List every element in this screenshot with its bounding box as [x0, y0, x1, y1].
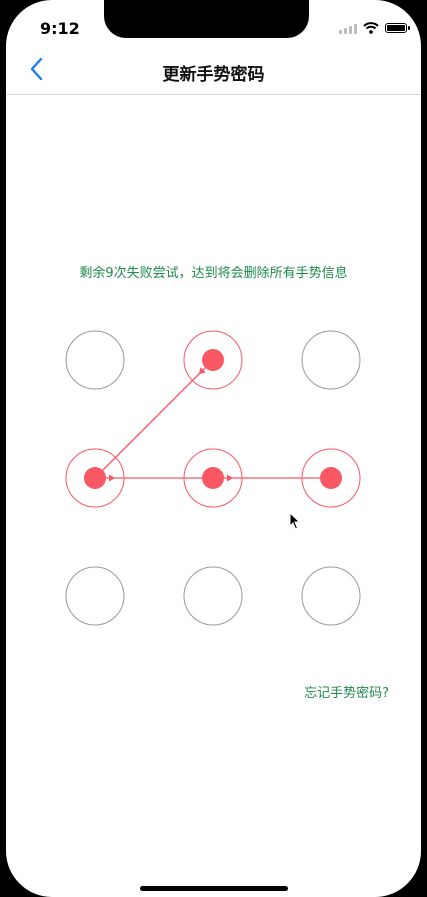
gesture-path-line: [94, 359, 214, 479]
gesture-node-9[interactable]: [301, 566, 361, 626]
gesture-node-7[interactable]: [65, 566, 125, 626]
gesture-node-dot: [202, 467, 224, 489]
gesture-node-8[interactable]: [183, 566, 243, 626]
home-indicator: [140, 886, 288, 891]
gesture-node-dot: [320, 467, 342, 489]
phone-screen: 9:12 更新手势密码 剩余9次失败尝试，达到将会删除所有手势信息 忘记手势密码…: [6, 0, 421, 897]
forgot-gesture-link[interactable]: 忘记手势密码?: [304, 682, 389, 701]
gesture-node-3[interactable]: [301, 330, 361, 390]
gesture-node-1[interactable]: [65, 330, 125, 390]
gesture-pattern-grid[interactable]: [6, 0, 421, 897]
mouse-cursor-icon: [289, 512, 301, 530]
direction-arrow-icon: [227, 474, 233, 482]
direction-arrow-icon: [109, 474, 115, 482]
gesture-node-dot: [84, 467, 106, 489]
gesture-node-dot: [202, 349, 224, 371]
